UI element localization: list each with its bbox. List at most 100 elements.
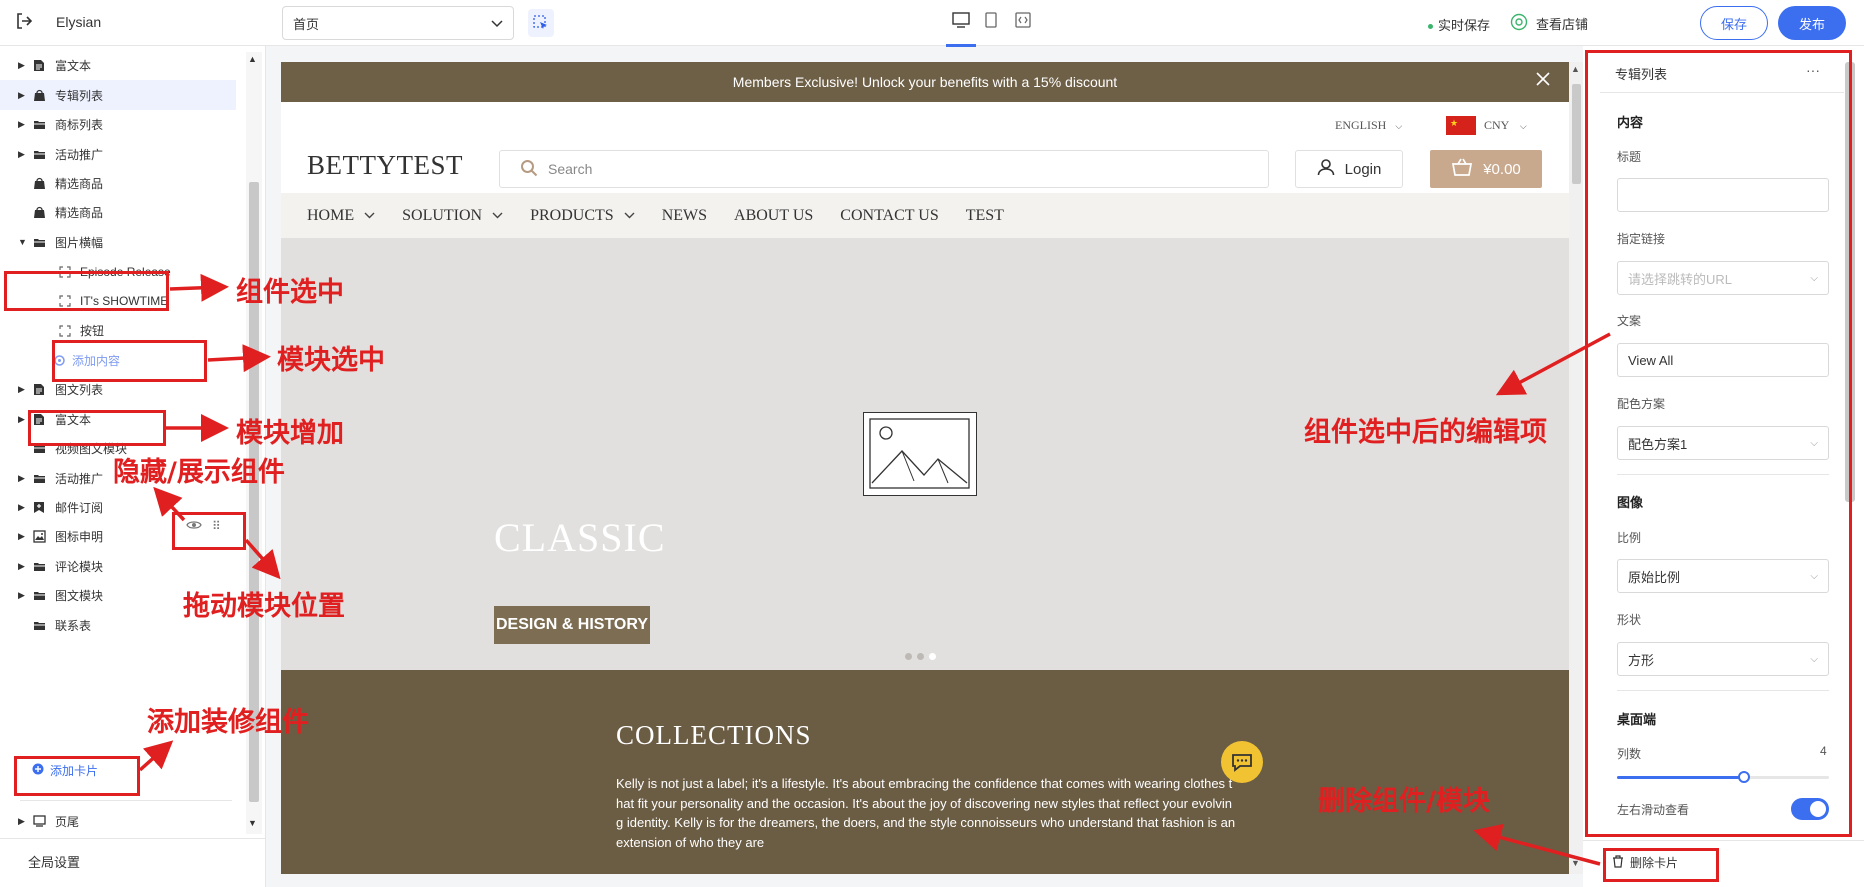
desktop-view-icon[interactable] <box>950 8 972 32</box>
store-search-input[interactable]: Search <box>499 150 1269 188</box>
page-select-value: 首页 <box>293 16 320 32</box>
folder-icon <box>32 471 46 485</box>
language-select[interactable]: ENGLISH ⌵ <box>1335 118 1402 133</box>
sidebar-item-label: 精选商品 <box>55 177 104 192</box>
image-banner[interactable]: CLASSIC DESIGN & HISTORY <box>281 238 1569 670</box>
mobile-view-icon[interactable] <box>980 8 1002 32</box>
bookmark-icon <box>32 500 46 514</box>
announcement-bar: Members Exclusive! Unlock your benefits … <box>281 62 1569 102</box>
chevron-down-icon <box>491 16 503 31</box>
sidebar-item-label: 专辑列表 <box>55 88 104 103</box>
nav-item-label: CONTACT US <box>840 206 939 224</box>
chevron-down-icon <box>364 210 375 222</box>
save-button[interactable]: 保存 <box>1700 6 1768 40</box>
store-logo[interactable]: BETTYTEST <box>307 150 463 181</box>
sidebar-item[interactable]: ▶ 专辑列表 <box>0 80 236 110</box>
exit-icon[interactable] <box>14 11 36 33</box>
preview-scroll-thumb[interactable] <box>1572 84 1581 184</box>
sidebar-item-label: 精选商品 <box>55 206 104 221</box>
chat-icon[interactable] <box>1221 741 1263 783</box>
caret-right-icon[interactable]: ▶ <box>18 590 25 601</box>
collections-section: COLLECTIONS Kelly is not just a label; i… <box>281 670 1569 874</box>
caret-right-icon: ▶ <box>18 815 25 826</box>
scroll-down-icon[interactable]: ▼ <box>1571 858 1580 868</box>
view-store-link[interactable]: 查看店铺 <box>1510 13 1588 34</box>
annotation-module-selected: 模块选中 <box>277 345 385 376</box>
search-placeholder: Search <box>548 161 593 177</box>
tag-icon <box>32 88 46 102</box>
scroll-up-icon[interactable]: ▲ <box>1571 64 1580 74</box>
folder-icon <box>32 118 46 132</box>
caret-right-icon[interactable]: ▶ <box>18 149 25 160</box>
carousel-dots[interactable] <box>905 653 936 660</box>
app-name: Elysian <box>56 14 102 30</box>
sidebar-item[interactable]: 精选商品 <box>0 169 236 198</box>
sidebar-item[interactable]: ▶ 活动推广 <box>0 139 236 168</box>
hero-title: CLASSIC <box>494 515 666 560</box>
annotation-delete-component: 删除组件/模块 <box>1318 786 1490 817</box>
sidebar-item-label: 图文模块 <box>55 589 104 604</box>
sidebar-item[interactable]: ▼ 图片横幅 <box>0 228 236 257</box>
sidebar-item[interactable]: ▶ 评论模块 <box>0 552 236 581</box>
nav-item[interactable]: HOME <box>307 207 375 225</box>
annotation-edit-items: 组件选中后的编辑项 <box>1304 417 1547 448</box>
document-icon <box>32 383 46 397</box>
nav-item[interactable]: PRODUCTS <box>530 207 635 225</box>
nav-item-label: ABOUT US <box>734 206 814 224</box>
carousel-dot[interactable] <box>917 653 924 660</box>
active-view-indicator <box>946 44 976 47</box>
chevron-down-icon: ⌵ <box>1395 121 1403 131</box>
sidebar-item-label: 联系表 <box>55 618 92 633</box>
sidebar-item[interactable]: ▶ 富文本 <box>0 51 236 80</box>
code-view-icon[interactable] <box>1012 8 1034 32</box>
basket-icon <box>1451 158 1473 180</box>
carousel-dot[interactable] <box>905 653 912 660</box>
folder-icon <box>32 589 46 603</box>
scroll-up-icon[interactable]: ▲ <box>248 54 257 64</box>
caret-right-icon[interactable]: ▶ <box>18 531 25 542</box>
nav-item[interactable]: NEWS <box>662 207 707 225</box>
sidebar-item-label: 活动推广 <box>55 147 104 162</box>
autosave-label: 实时保存 <box>1438 18 1491 33</box>
sidebar-item-label: 按钮 <box>80 324 105 339</box>
sidebar-item-label: 邮件订阅 <box>55 500 104 515</box>
nav-item[interactable]: ABOUT US <box>734 207 813 225</box>
caret-right-icon[interactable]: ▶ <box>18 502 25 513</box>
caret-down-icon[interactable]: ▼ <box>18 237 27 247</box>
folder-icon <box>32 559 46 573</box>
carousel-dot[interactable] <box>929 653 936 660</box>
autosave-status: 实时保存 <box>1428 15 1490 34</box>
image-placeholder-icon <box>863 412 977 496</box>
nav-item[interactable]: CONTACT US <box>840 207 938 225</box>
sidebar-item[interactable]: ▶ 商标列表 <box>0 110 236 139</box>
caret-right-icon[interactable]: ▶ <box>18 90 25 101</box>
china-flag-icon: ★ <box>1446 116 1476 135</box>
caret-right-icon[interactable]: ▶ <box>18 561 25 572</box>
store-eye-icon <box>1510 13 1528 34</box>
sidebar-item[interactable]: 精选商品 <box>0 198 236 227</box>
annotation-box-delete <box>1603 848 1719 882</box>
caret-right-icon[interactable]: ▶ <box>18 384 25 395</box>
cart-button[interactable]: ¥0.00 <box>1430 150 1542 188</box>
close-icon[interactable] <box>1535 70 1551 93</box>
sidebar-divider <box>20 800 232 801</box>
sidebar-item-label: 页尾 <box>55 814 80 829</box>
caret-right-icon[interactable]: ▶ <box>18 119 25 130</box>
caret-right-icon[interactable]: ▶ <box>18 473 25 484</box>
login-button[interactable]: Login <box>1295 150 1403 188</box>
sidebar-item-label: 评论模块 <box>55 559 104 574</box>
global-settings-link[interactable]: 全局设置 <box>28 852 80 871</box>
sidebar-item-label: 图文列表 <box>55 383 104 398</box>
page-select[interactable]: 首页 <box>282 6 514 40</box>
sidebar-item-footer[interactable]: ▶ 页尾 <box>0 804 236 838</box>
currency-select[interactable]: CNY ⌵ <box>1484 118 1527 133</box>
caret-right-icon[interactable]: ▶ <box>18 414 25 425</box>
element-select-icon[interactable] <box>528 9 554 37</box>
hero-button[interactable]: DESIGN & HISTORY <box>494 606 650 644</box>
scroll-down-icon[interactable]: ▼ <box>248 818 257 828</box>
caret-right-icon[interactable]: ▶ <box>18 60 25 71</box>
nav-item[interactable]: SOLUTION <box>402 207 503 225</box>
nav-item[interactable]: TEST <box>966 207 1004 225</box>
publish-button[interactable]: 发布 <box>1778 6 1846 40</box>
bag-icon <box>32 206 46 220</box>
